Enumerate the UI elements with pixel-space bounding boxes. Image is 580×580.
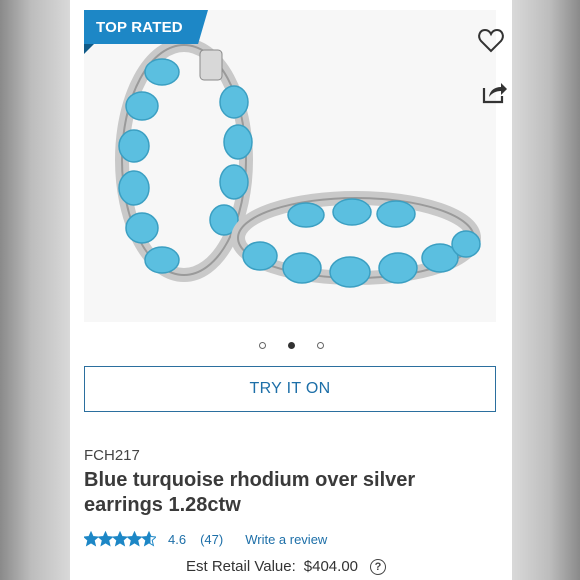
product-image[interactable]: TOP RATED bbox=[84, 10, 507, 322]
product-title-line2: earrings 1.28ctw bbox=[84, 494, 241, 516]
rating-row: 4.6 (47) Write a review bbox=[84, 530, 327, 548]
review-count-link[interactable]: (47) bbox=[200, 532, 223, 547]
badge-fold bbox=[84, 44, 94, 54]
try-it-on-button[interactable]: TRY IT ON bbox=[84, 366, 496, 412]
share-icon bbox=[482, 83, 507, 104]
rating-stars bbox=[84, 531, 156, 547]
background-left bbox=[0, 0, 70, 580]
product-sku: FCH217 bbox=[84, 447, 140, 464]
carousel-dot[interactable] bbox=[316, 341, 324, 349]
favorite-button[interactable] bbox=[476, 26, 506, 56]
carousel-dot[interactable] bbox=[258, 341, 266, 349]
rating-value: 4.6 bbox=[168, 531, 187, 547]
write-review-link[interactable]: Write a review bbox=[245, 532, 327, 547]
background-right bbox=[512, 0, 580, 580]
retail-label: Est Retail Value: bbox=[186, 558, 296, 575]
earrings-image bbox=[115, 38, 481, 288]
product-title: Blue turquoise rhodium over silver earri… bbox=[84, 468, 484, 518]
retail-value-row: Est Retail Value: $404.00 ? bbox=[186, 558, 387, 575]
question-circle-icon[interactable]: ? bbox=[370, 558, 387, 575]
top-rated-badge: TOP RATED bbox=[84, 10, 208, 44]
star-rating-icon bbox=[84, 531, 156, 547]
carousel-dot-active[interactable] bbox=[287, 341, 295, 349]
retail-value: $404.00 bbox=[303, 558, 359, 575]
carousel-dots bbox=[70, 338, 512, 352]
product-title-line1: Blue turquoise rhodium over silver bbox=[84, 469, 416, 491]
heart-outline-icon bbox=[478, 28, 504, 53]
right-hoop-earring bbox=[231, 191, 481, 288]
share-button[interactable] bbox=[480, 78, 508, 106]
product-card: TOP RATED TRY IT ON FCH217 Blue turquois… bbox=[70, 0, 512, 580]
